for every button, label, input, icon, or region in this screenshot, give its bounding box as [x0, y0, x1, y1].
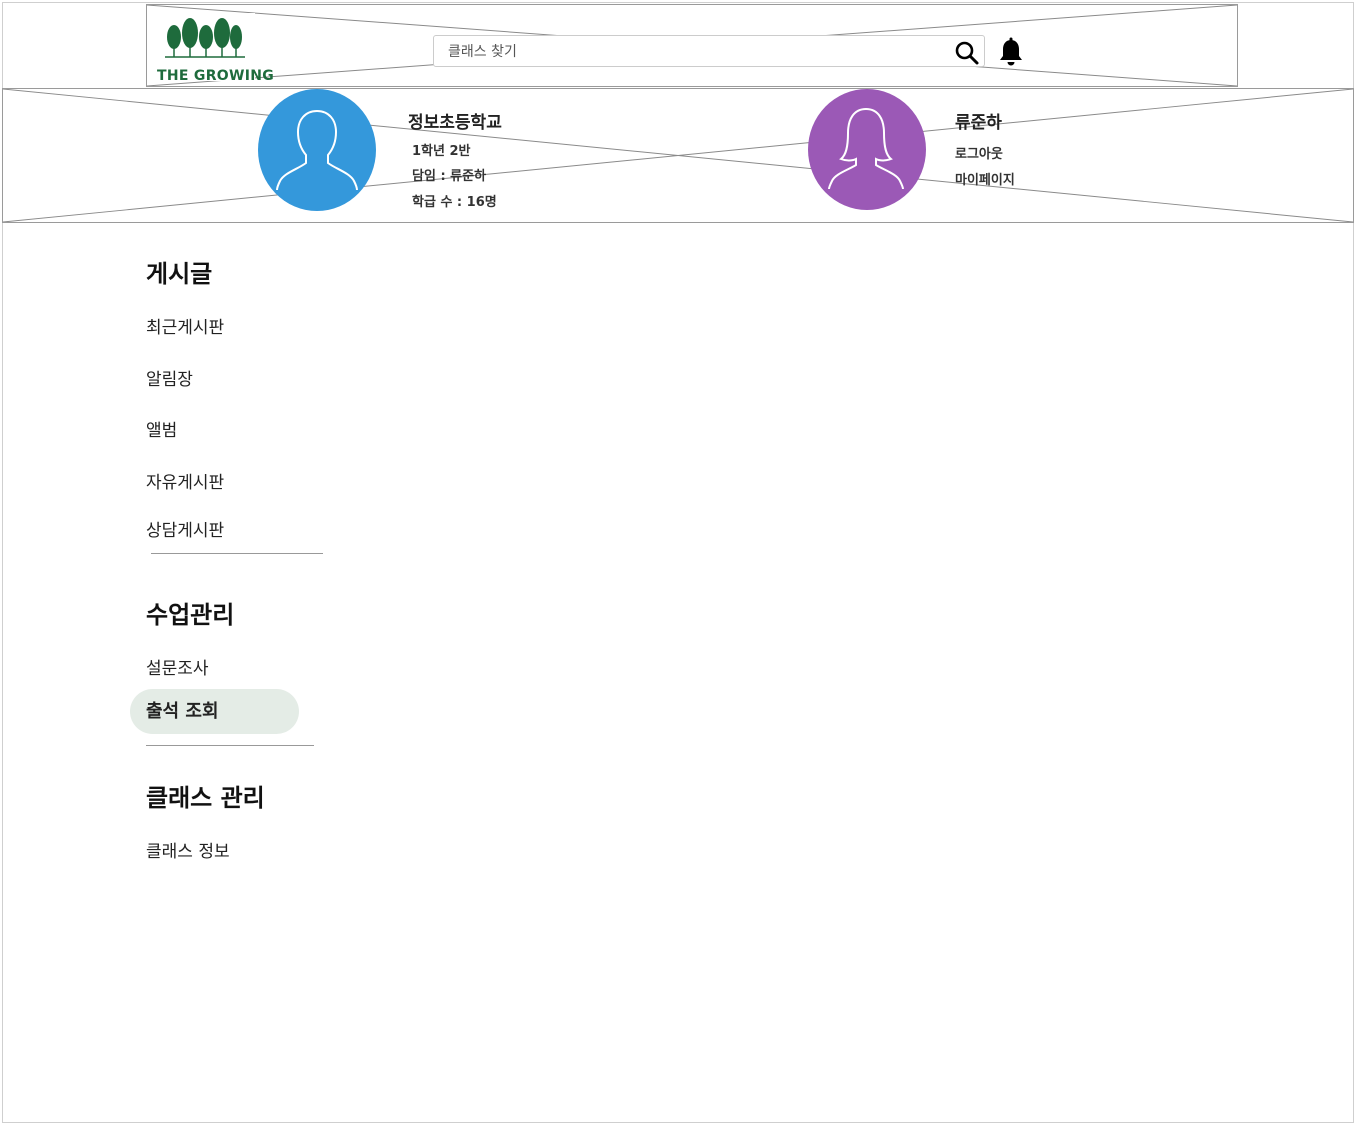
- logout-link[interactable]: 로그아웃: [955, 143, 1003, 162]
- section-title-class-mgmt: 클래스 관리: [146, 784, 265, 812]
- header-bar: THE GROWING: [146, 4, 1238, 87]
- menu-item-counsel-board[interactable]: 상담게시판: [146, 516, 224, 541]
- placeholder-cross: [3, 89, 1353, 222]
- divider: [146, 745, 314, 746]
- school-name: 정보초등학교: [408, 113, 502, 133]
- logo-text: THE GROWING: [157, 68, 275, 84]
- section-title-posts: 게시글: [146, 260, 213, 288]
- menu-item-recent-board[interactable]: 최근게시판: [146, 313, 224, 338]
- menu-item-survey[interactable]: 설문조사: [146, 654, 209, 679]
- section-title-lesson: 수업관리: [146, 601, 235, 629]
- person-male-icon: [258, 89, 376, 211]
- menu-item-notice[interactable]: 알림장: [146, 365, 193, 390]
- menu-item-attendance[interactable]: 출석 조회: [130, 689, 299, 734]
- search-input[interactable]: [446, 39, 940, 65]
- student-count: 학급 수 : 16명: [412, 195, 497, 210]
- search-bar: [433, 35, 985, 67]
- teacher-name: 담임 : 류준하: [412, 169, 487, 184]
- logo[interactable]: THE GROWING: [155, 13, 274, 84]
- person-female-icon: [808, 89, 926, 210]
- bell-icon[interactable]: [997, 37, 1025, 67]
- mypage-link[interactable]: 마이페이지: [955, 169, 1015, 188]
- menu-item-class-info[interactable]: 클래스 정보: [146, 837, 230, 862]
- class-avatar: [258, 89, 376, 211]
- user-name: 류준하: [955, 113, 1002, 133]
- user-avatar[interactable]: [808, 89, 926, 210]
- profile-band: [2, 88, 1354, 223]
- tree-logo-icon: [165, 18, 245, 58]
- divider: [151, 553, 323, 554]
- search-icon[interactable]: [954, 40, 980, 66]
- grade-class: 1학년 2반: [412, 144, 471, 159]
- menu-item-album[interactable]: 앨범: [146, 416, 177, 441]
- menu-item-free-board[interactable]: 자유게시판: [146, 468, 224, 493]
